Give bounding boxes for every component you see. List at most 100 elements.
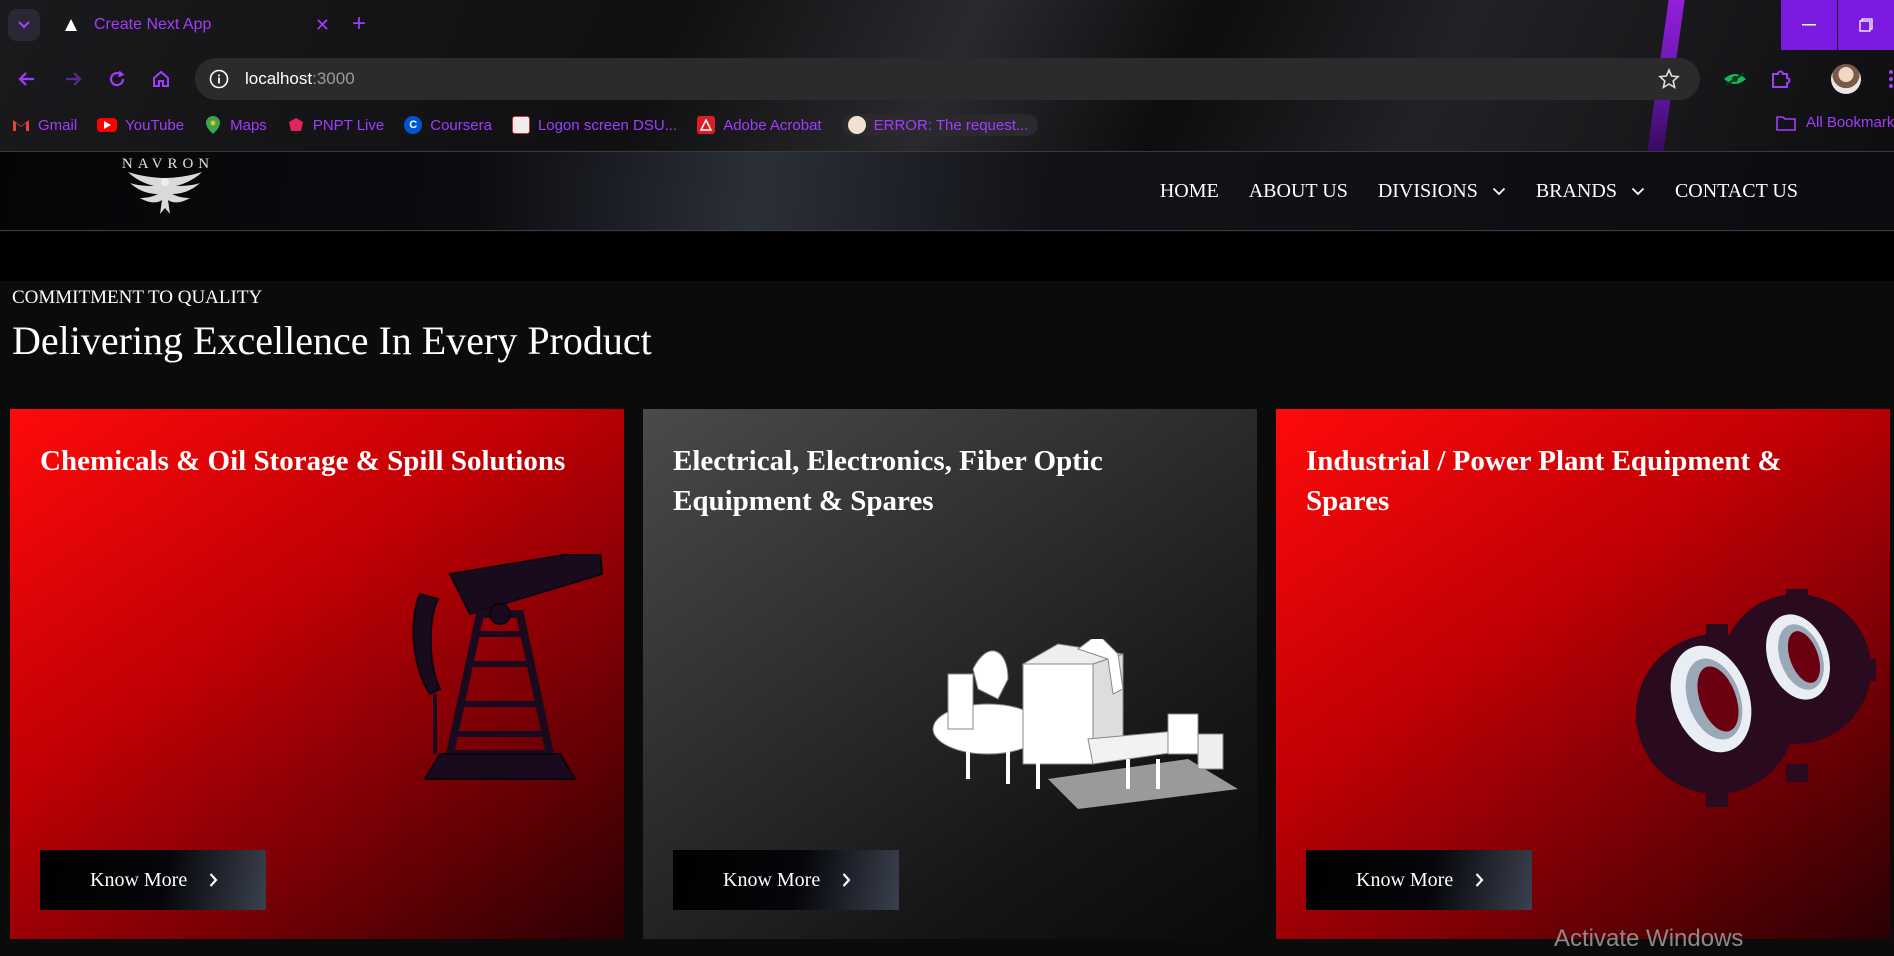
bookmark-coursera[interactable]: C Coursera — [404, 116, 492, 134]
card-title: Industrial / Power Plant Equipment & Spa… — [1306, 445, 1782, 517]
bookmarks-bar: Gmail YouTube Maps PNPT Live C Coursera … — [12, 114, 1058, 136]
nav-label: HOME — [1159, 180, 1219, 202]
product-card-chemicals[interactable]: Chemicals & Oil Storage & Spill Solution… — [10, 409, 624, 939]
bookmark-maps[interactable]: Maps — [204, 116, 267, 134]
bookmark-label: YouTube — [125, 116, 185, 134]
bookmark-label: Logon screen DSU... — [537, 116, 678, 134]
chevron-down-icon — [1631, 187, 1645, 196]
site-info-icon[interactable] — [209, 69, 229, 89]
back-arrow-icon — [18, 72, 34, 86]
bookmark-label: Maps — [230, 116, 267, 134]
nav-label: BRANDS — [1535, 180, 1617, 202]
gear-rings-icon — [1636, 589, 1876, 807]
oil-pump-icon — [412, 554, 604, 780]
chevron-right-icon — [209, 873, 218, 887]
eye-icon — [1724, 72, 1746, 86]
button-label: Know More — [723, 868, 821, 891]
minimize-button[interactable] — [1781, 0, 1837, 50]
restore-icon — [1859, 18, 1873, 32]
chevron-down-icon — [1492, 187, 1505, 196]
all-bookmarks-label: All Bookmark — [1806, 114, 1894, 131]
chevron-right-icon — [842, 873, 851, 887]
extensions-button[interactable] — [1768, 66, 1794, 92]
card-title: Chemicals & Oil Storage & Spill Solution… — [40, 445, 566, 477]
nav-home[interactable]: HOME — [1160, 180, 1219, 203]
bookmark-dsu[interactable]: Logon screen DSU... — [511, 116, 678, 134]
know-more-button[interactable]: Know More — [40, 850, 266, 910]
nav-label: CONTACT US — [1674, 180, 1798, 202]
reload-icon — [109, 70, 125, 87]
know-more-button[interactable]: Know More — [673, 850, 899, 910]
tab-search-button[interactable] — [8, 9, 40, 41]
reload-button[interactable] — [104, 66, 130, 92]
home-button[interactable] — [148, 66, 174, 92]
bookmark-star-icon[interactable] — [1658, 68, 1680, 90]
nav-label: DIVISIONS — [1377, 180, 1478, 202]
chevron-down-icon — [18, 21, 30, 29]
product-card-electrical[interactable]: Electrical, Electronics, Fiber Optic Equ… — [643, 409, 1257, 939]
activate-windows-watermark: Activate Windows — [1554, 925, 1744, 952]
forward-arrow-icon — [66, 72, 82, 86]
know-more-button[interactable]: Know More — [1306, 850, 1532, 910]
url-host: localhost — [245, 69, 313, 88]
button-label: Know More — [90, 868, 188, 891]
bookmark-label: Gmail — [38, 116, 78, 134]
minimize-icon — [1802, 24, 1816, 26]
bookmark-label: PNPT Live — [312, 116, 385, 134]
browser-menu-button[interactable] — [1878, 66, 1894, 92]
section-eyebrow: COMMITMENT TO QUALITY — [12, 287, 263, 308]
industrial-machine-icon — [932, 639, 1238, 809]
forward-button[interactable] — [60, 66, 86, 92]
acrobat-icon — [697, 116, 716, 134]
bookmark-youtube[interactable]: YouTube — [97, 117, 184, 134]
bookmark-error-page[interactable]: ERROR: The request... — [841, 114, 1039, 136]
card-title: Electrical, Electronics, Fiber Optic Equ… — [673, 445, 1103, 517]
bookmark-pnpt[interactable]: PNPT Live — [287, 116, 384, 134]
new-tab-button[interactable]: + — [352, 12, 366, 36]
tab-close-icon[interactable]: ✕ — [315, 15, 330, 36]
restore-button[interactable] — [1838, 0, 1894, 50]
youtube-icon — [97, 118, 118, 132]
section-headline: Delivering Excellence In Every Product — [12, 318, 652, 363]
back-button[interactable] — [14, 66, 40, 92]
coursera-icon: C — [404, 116, 423, 134]
error-page-icon — [847, 116, 866, 134]
folder-icon — [1776, 115, 1796, 131]
gmail-icon — [12, 116, 30, 134]
browser-chrome: Create Next App ✕ + localhost:3000 Gmai… — [0, 0, 1894, 151]
tab-title: Create Next App — [94, 16, 212, 33]
bookmark-gmail[interactable]: Gmail — [12, 116, 77, 134]
more-vertical-icon — [1889, 70, 1893, 88]
eagle-logo-icon — [128, 172, 202, 214]
bookmark-label: Coursera — [430, 116, 492, 134]
maps-icon — [204, 116, 222, 134]
navron-logo[interactable]: NAVRON — [100, 156, 230, 226]
url-port: :3000 — [312, 69, 355, 88]
nav-contact-us[interactable]: CONTACT US — [1675, 180, 1798, 203]
dsu-icon — [511, 116, 530, 134]
address-bar[interactable]: localhost:3000 — [195, 58, 1700, 100]
site-header: NAVRON HOME ABOUT US DIVISIONS BRANDS CO… — [0, 151, 1894, 231]
all-bookmarks[interactable]: All Bookmark — [1776, 114, 1894, 131]
nav-divisions[interactable]: DIVISIONS — [1378, 180, 1506, 203]
eye-extension-icon[interactable] — [1722, 66, 1748, 92]
nextjs-triangle-icon — [65, 19, 77, 31]
bookmark-acrobat[interactable]: Adobe Acrobat — [697, 116, 822, 134]
window-controls — [1780, 0, 1894, 50]
bookmark-label: ERROR: The request... — [873, 116, 1029, 134]
button-label: Know More — [1356, 868, 1454, 891]
chevron-right-icon — [1475, 873, 1484, 887]
nav-brands[interactable]: BRANDS — [1536, 180, 1645, 203]
main-section: COMMITMENT TO QUALITY Delivering Excelle… — [0, 281, 1894, 956]
header-spacer — [0, 232, 1894, 281]
browser-tab[interactable]: Create Next App ✕ — [52, 8, 342, 42]
pnpt-icon — [287, 116, 305, 134]
profile-avatar[interactable] — [1831, 64, 1861, 94]
nav-about-us[interactable]: ABOUT US — [1249, 180, 1348, 203]
bookmark-label: Adobe Acrobat — [723, 116, 822, 134]
nav-label: ABOUT US — [1248, 180, 1348, 202]
puzzle-icon — [1772, 70, 1791, 88]
home-icon — [153, 70, 169, 87]
main-nav: HOME ABOUT US DIVISIONS BRANDS CONTACT U… — [1130, 180, 1798, 203]
product-card-industrial[interactable]: Industrial / Power Plant Equipment & Spa… — [1276, 409, 1890, 939]
